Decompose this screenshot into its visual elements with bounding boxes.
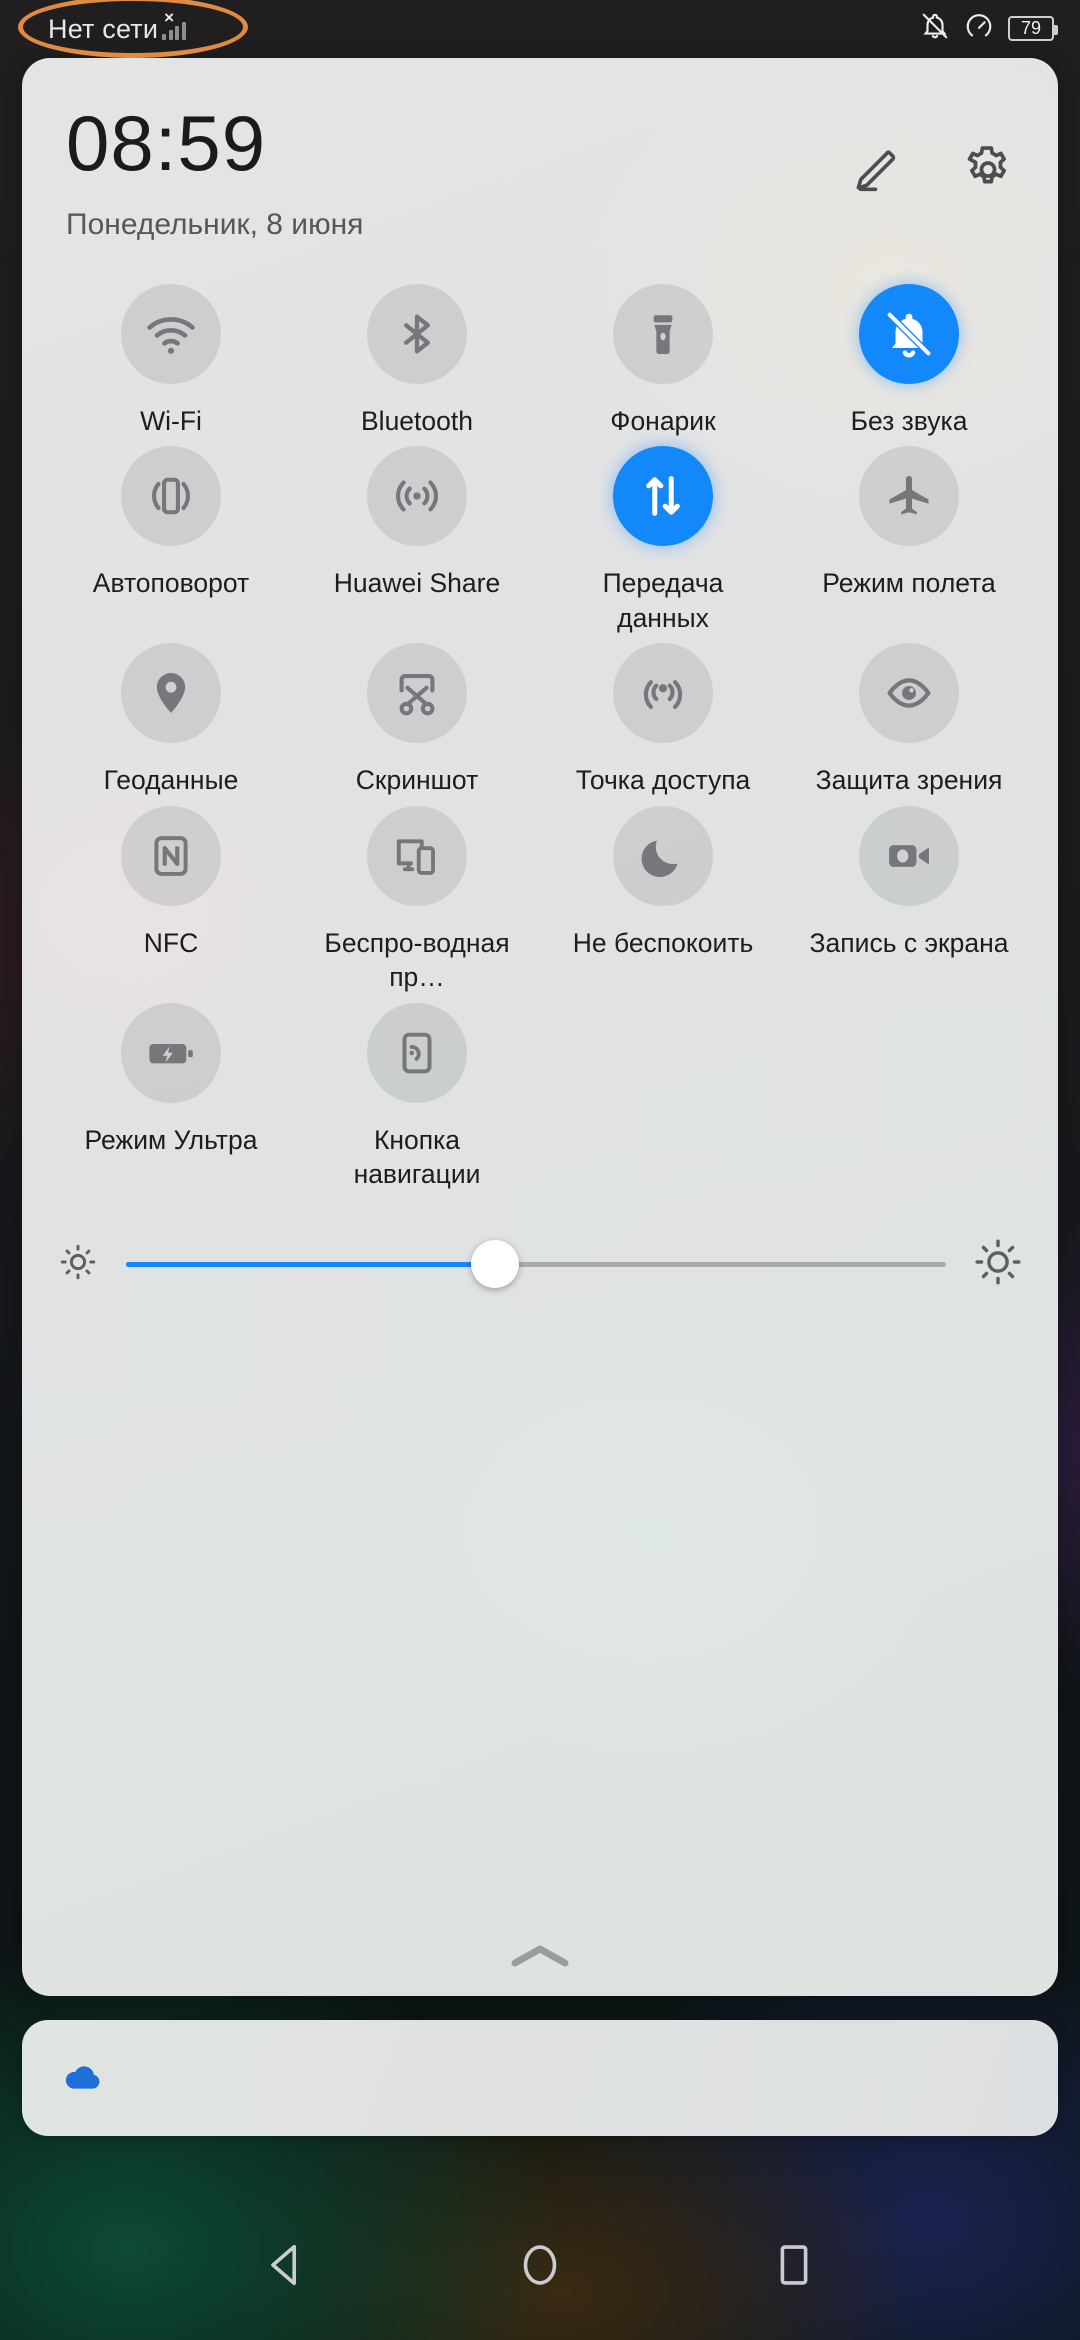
tile-auto-rotate[interactable]: Автоповорот	[48, 446, 294, 635]
tile-ultra-power-saving[interactable]: Режим Ультра	[48, 1002, 294, 1192]
location-pin-icon	[121, 643, 221, 744]
cloud-icon	[62, 2055, 104, 2102]
eye-icon	[859, 643, 959, 744]
tile-label: Кнопка навигации	[353, 1124, 481, 1190]
nfc-icon	[121, 805, 221, 906]
signal-no-service-icon: ×	[162, 9, 192, 43]
tile-label: Точка доступа	[575, 765, 751, 796]
pencil-edit-icon[interactable]	[848, 143, 902, 197]
tile-eye-comfort[interactable]: Защита зрения	[786, 643, 1032, 797]
navigation-bar	[0, 2190, 1080, 2340]
flashlight-icon	[613, 284, 713, 384]
tile-wireless-projection[interactable]: Беспро-водная пр…	[294, 805, 540, 995]
tile-label: Автоповорот	[92, 568, 250, 599]
tile-label: Беспро-водная пр…	[324, 927, 510, 993]
tile-label: Без звука	[850, 406, 968, 436]
brightness-high-icon	[972, 1236, 1024, 1293]
tile-hotspot[interactable]: Точка доступа	[540, 643, 786, 797]
wireless-cast-icon	[367, 805, 467, 906]
tile-label: Не беспокоить	[572, 927, 754, 958]
tile-label: Bluetooth	[361, 406, 473, 436]
quick-settings-panel: 08:59 Понедельник, 8 июня Wi-Fi Bluetoot…	[22, 58, 1058, 1996]
huawei-share-icon	[367, 446, 467, 547]
tile-label: Геоданные	[103, 765, 239, 796]
camcorder-icon	[859, 805, 959, 906]
tile-label: Режим Ультра	[84, 1124, 258, 1155]
scissors-icon	[367, 643, 467, 744]
tile-label: Запись с экрана	[809, 927, 1009, 958]
notification-card[interactable]	[22, 2020, 1058, 2136]
slider-fill	[126, 1261, 495, 1267]
brightness-slider[interactable]	[126, 1240, 946, 1288]
status-bar: Нет сети × 79	[0, 0, 1080, 56]
bell-muted-icon	[920, 11, 950, 46]
recents-square-icon[interactable]	[765, 2236, 823, 2294]
tile-do-not-disturb[interactable]: Не беспокоить	[540, 805, 786, 995]
tile-navigation-button[interactable]: Кнопка навигации	[294, 1002, 540, 1192]
battery-level-label: 79	[1020, 17, 1042, 38]
moon-icon	[613, 805, 713, 906]
panel-header: 08:59 Понедельник, 8 июня	[22, 58, 1058, 242]
brightness-low-icon	[56, 1240, 100, 1289]
battery-indicator: 79	[1008, 15, 1058, 41]
tile-label: Защита зрения	[815, 765, 1003, 796]
date-label: Понедельник, 8 июня	[66, 208, 364, 241]
status-bar-right: 79	[920, 11, 1058, 46]
quick-settings-tiles: Wi-Fi Bluetooth Фонарик Без звука Автопо…	[22, 284, 1058, 1192]
tile-airplane-mode[interactable]: Режим полета	[786, 446, 1032, 635]
tile-huawei-share[interactable]: Huawei Share	[294, 446, 540, 635]
tile-flashlight[interactable]: Фонарик	[540, 284, 786, 438]
chevron-up-icon	[503, 1939, 577, 1978]
slider-thumb[interactable]	[471, 1240, 519, 1288]
panel-header-actions	[848, 142, 1016, 198]
gear-icon[interactable]	[960, 142, 1016, 198]
carrier-label: Нет сети	[48, 14, 159, 44]
tile-silent-mode[interactable]: Без звука	[786, 284, 1032, 438]
tile-label: NFC	[143, 927, 199, 958]
battery-saver-icon	[121, 1002, 221, 1103]
home-circle-icon[interactable]	[511, 2236, 569, 2294]
tile-screenshot[interactable]: Скриншот	[294, 643, 540, 797]
airplane-icon	[859, 446, 959, 547]
tile-label: Huawei Share	[333, 568, 501, 599]
tile-label: Фонарик	[610, 406, 716, 436]
wifi-icon	[121, 284, 221, 384]
tile-label: Режим полета	[822, 568, 996, 599]
status-bar-left: Нет сети ×	[48, 9, 192, 44]
nav-button-icon	[367, 1002, 467, 1103]
hotspot-icon	[613, 643, 713, 744]
panel-collapse-handle[interactable]	[22, 1939, 1058, 1978]
brightness-control	[22, 1236, 1058, 1293]
tile-screen-record[interactable]: Запись с экрана	[786, 805, 1032, 995]
tile-nfc[interactable]: NFC	[48, 805, 294, 995]
tile-location[interactable]: Геоданные	[48, 643, 294, 797]
speed-dial-icon	[964, 11, 994, 46]
tile-label: Скриншот	[355, 765, 479, 796]
bluetooth-icon	[367, 284, 467, 384]
tile-wifi[interactable]: Wi-Fi	[48, 284, 294, 438]
tile-mobile-data[interactable]: Передача данных	[540, 446, 786, 635]
tile-label: Wi-Fi	[140, 406, 202, 436]
mobile-data-icon	[613, 446, 713, 547]
bell-muted-icon	[859, 284, 959, 384]
back-triangle-icon[interactable]	[257, 2236, 315, 2294]
tile-label: Передача данных	[602, 568, 724, 633]
tile-bluetooth[interactable]: Bluetooth	[294, 284, 540, 438]
auto-rotate-icon	[121, 446, 221, 547]
